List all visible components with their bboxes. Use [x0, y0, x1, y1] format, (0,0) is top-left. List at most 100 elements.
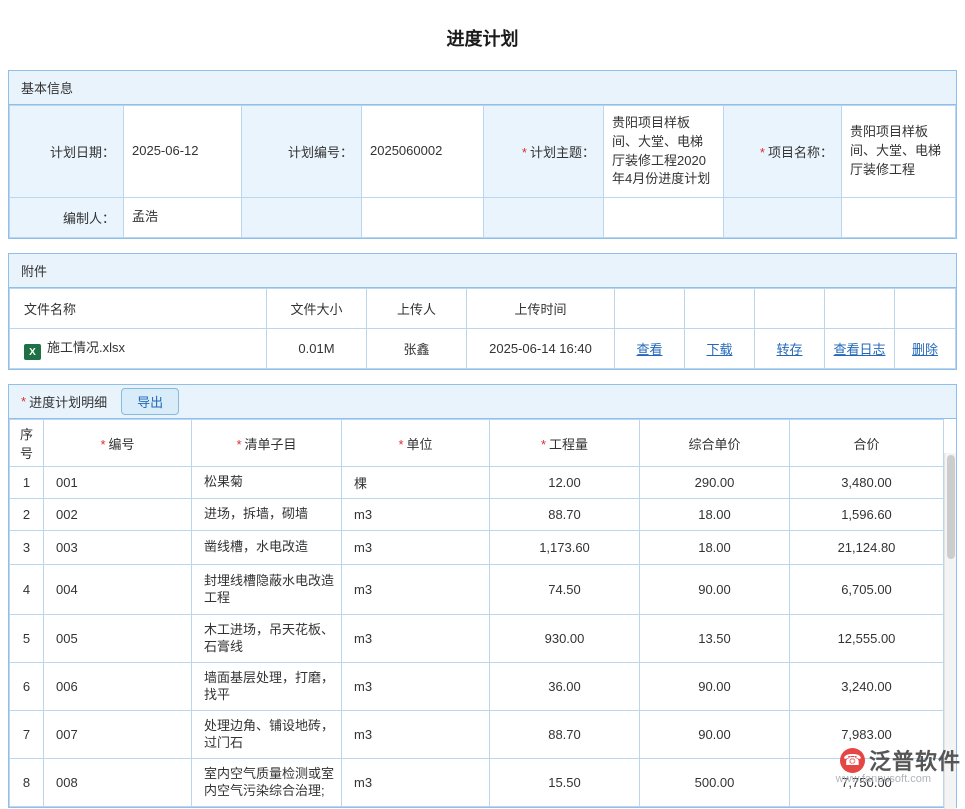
plan-date-label: 计划日期： [10, 106, 124, 198]
cell-item: 进场，拆墙，砌墙 [192, 499, 342, 531]
table-row: 1 001 松果菊 棵 12.00 290.00 3,480.00 [10, 467, 944, 499]
cell-item: 凿线槽，水电改造 [192, 531, 342, 565]
cell-quantity: 88.70 [490, 499, 640, 531]
basic-info-table: 计划日期： 2025-06-12 计划编号： 2025060002 *计划主题：… [9, 105, 956, 238]
cell-seq: 6 [10, 663, 44, 711]
plan-date-value: 2025-06-12 [124, 106, 242, 198]
transfer-action-cell: 转存 [755, 329, 825, 369]
cell-item: 松果菊 [192, 467, 342, 499]
column-header-total: 合价 [790, 420, 944, 467]
attachments-header-row: 文件名称 文件大小 上传人 上传时间 [10, 289, 956, 329]
cell-unit: 棵 [342, 467, 490, 499]
empty-cell [685, 289, 755, 329]
column-header-uploader: 上传人 [367, 289, 467, 329]
page-title: 进度计划 [0, 0, 965, 70]
uploader-cell: 张鑫 [367, 329, 467, 369]
cell-unit: m3 [342, 711, 490, 759]
basic-info-section: 基本信息 计划日期： 2025-06-12 计划编号： 2025060002 *… [8, 70, 957, 239]
required-mark: * [398, 437, 403, 452]
empty-cell [242, 198, 362, 238]
empty-cell [362, 198, 484, 238]
column-header-file-size: 文件大小 [267, 289, 367, 329]
cell-seq: 2 [10, 499, 44, 531]
view-link[interactable]: 查看 [636, 342, 662, 357]
cell-unit: m3 [342, 663, 490, 711]
attachments-section-header: 附件 [9, 254, 956, 288]
cell-total: 21,124.80 [790, 531, 944, 565]
cell-seq: 7 [10, 711, 44, 759]
cell-unit: m3 [342, 531, 490, 565]
attachments-table: 文件名称 文件大小 上传人 上传时间 X施工情况.xlsx 0.01M 张鑫 2… [9, 288, 956, 369]
cell-code: 001 [44, 467, 192, 499]
column-header-item: *清单子目 [192, 420, 342, 467]
table-row: 6 006 墙面基层处理，打磨，找平 m3 36.00 90.00 3,240.… [10, 663, 944, 711]
empty-cell [895, 289, 956, 329]
cell-code: 002 [44, 499, 192, 531]
column-header-unit-price: 综合单价 [640, 420, 790, 467]
required-mark: * [236, 437, 241, 452]
download-action-cell: 下载 [685, 329, 755, 369]
cell-unit: m3 [342, 615, 490, 663]
empty-cell [842, 198, 956, 238]
cell-unit: m3 [342, 759, 490, 807]
author-label: 编制人： [10, 198, 124, 238]
table-row: 3 003 凿线槽，水电改造 m3 1,173.60 18.00 21,124.… [10, 531, 944, 565]
cell-item: 墙面基层处理，打磨，找平 [192, 663, 342, 711]
cell-unit-price: 18.00 [640, 531, 790, 565]
cell-item: 封埋线槽隐蔽水电改造工程 [192, 565, 342, 615]
cell-code: 006 [44, 663, 192, 711]
cell-unit: m3 [342, 565, 490, 615]
attachment-row: X施工情况.xlsx 0.01M 张鑫 2025-06-14 16:40 查看 … [10, 329, 956, 369]
delete-link[interactable]: 删除 [912, 342, 938, 357]
delete-action-cell: 删除 [895, 329, 956, 369]
download-link[interactable]: 下载 [706, 342, 732, 357]
required-mark: * [541, 437, 546, 452]
required-mark: * [522, 145, 527, 160]
table-row: 2 002 进场，拆墙，砌墙 m3 88.70 18.00 1,596.60 [10, 499, 944, 531]
transfer-link[interactable]: 转存 [776, 342, 802, 357]
detail-section-title: 进度计划明细 [29, 392, 107, 411]
cell-unit-price: 500.00 [640, 759, 790, 807]
plan-no-value: 2025060002 [362, 106, 484, 198]
cell-code: 008 [44, 759, 192, 807]
cell-code: 007 [44, 711, 192, 759]
cell-unit-price: 90.00 [640, 565, 790, 615]
detail-section-header: * 进度计划明细 导出 [9, 385, 956, 419]
plan-no-label: 计划编号： [242, 106, 362, 198]
table-row: 5 005 木工进场，吊天花板、石膏线 m3 930.00 13.50 12,5… [10, 615, 944, 663]
cell-unit: m3 [342, 499, 490, 531]
cell-total: 3,480.00 [790, 467, 944, 499]
vendor-watermark: ☎ 泛普软件 www.fanpusoft.com [836, 744, 961, 785]
detail-section: * 进度计划明细 导出 序号 *编号 *清单子目 *单位 *工程量 综合单价 合… [8, 384, 957, 808]
cell-quantity: 36.00 [490, 663, 640, 711]
cell-total: 3,240.00 [790, 663, 944, 711]
column-header-file-name: 文件名称 [10, 289, 267, 329]
view-action-cell: 查看 [615, 329, 685, 369]
plan-subject-label: *计划主题： [484, 106, 604, 198]
cell-seq: 1 [10, 467, 44, 499]
scrollbar-thumb[interactable] [947, 455, 955, 559]
cell-seq: 3 [10, 531, 44, 565]
cell-total: 1,596.60 [790, 499, 944, 531]
cell-seq: 5 [10, 615, 44, 663]
cell-seq: 8 [10, 759, 44, 807]
cell-code: 005 [44, 615, 192, 663]
cell-unit-price: 18.00 [640, 499, 790, 531]
empty-cell [755, 289, 825, 329]
view-log-link[interactable]: 查看日志 [833, 342, 885, 357]
attachments-section-title: 附件 [21, 261, 47, 280]
cell-item: 木工进场，吊天花板、石膏线 [192, 615, 342, 663]
cell-item: 处理边角、铺设地砖，过门石 [192, 711, 342, 759]
column-header-quantity: *工程量 [490, 420, 640, 467]
required-mark: * [21, 394, 26, 409]
empty-cell [604, 198, 724, 238]
detail-header-row: 序号 *编号 *清单子目 *单位 *工程量 综合单价 合价 [10, 420, 944, 467]
cell-quantity: 15.50 [490, 759, 640, 807]
project-name-label: *项目名称： [724, 106, 842, 198]
cell-item: 室内空气质量检测或室内空气污染综合治理; [192, 759, 342, 807]
export-button[interactable]: 导出 [121, 388, 179, 415]
empty-cell [724, 198, 842, 238]
author-value: 孟浩 [124, 198, 242, 238]
cell-quantity: 1,173.60 [490, 531, 640, 565]
basic-info-section-title: 基本信息 [21, 78, 73, 97]
